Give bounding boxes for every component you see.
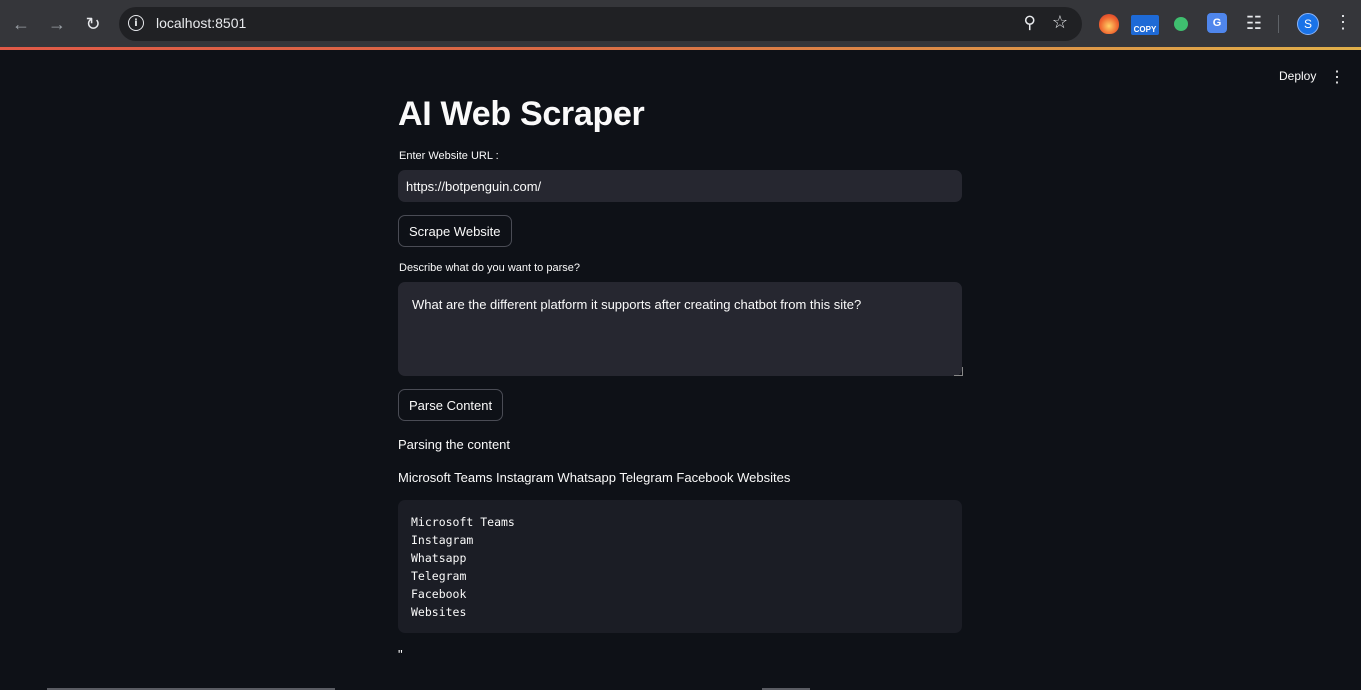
parse-content-button[interactable]: Parse Content xyxy=(398,389,504,421)
parse-description-textarea[interactable]: What are the different platform it suppo… xyxy=(398,282,962,376)
extensions-puzzle-icon[interactable]: ☷ xyxy=(1243,12,1265,34)
trailing-text: " xyxy=(398,647,403,662)
scrape-website-button[interactable]: Scrape Website xyxy=(398,215,512,247)
deploy-button[interactable]: Deploy xyxy=(1279,69,1316,83)
url-label: Enter Website URL : xyxy=(399,150,499,162)
site-info-icon[interactable]: i xyxy=(128,15,144,31)
fire-extension-icon[interactable] xyxy=(1099,14,1119,34)
green-extension-icon[interactable] xyxy=(1174,17,1188,31)
page-title: AI Web Scraper xyxy=(398,95,645,133)
code-line: Telegram xyxy=(411,569,467,583)
browser-toolbar: ← → ↻ i localhost:8501 ⚲ ☆ COPY G ☷ S ⋮ xyxy=(0,0,1361,48)
result-inline-text: Microsoft Teams Instagram Whatsapp Teleg… xyxy=(398,470,791,485)
zoom-icon[interactable]: ⚲ xyxy=(1024,13,1036,33)
code-line: Websites xyxy=(411,605,467,619)
profile-avatar[interactable]: S xyxy=(1297,13,1319,35)
app-menu-icon[interactable]: ⋮ xyxy=(1329,67,1345,87)
back-arrow-icon[interactable]: ← xyxy=(9,12,33,36)
forward-arrow-icon[interactable]: → xyxy=(45,12,69,36)
toolbar-divider xyxy=(1278,15,1279,33)
code-line: Whatsapp xyxy=(411,551,467,565)
code-line: Microsoft Teams xyxy=(411,515,515,529)
code-line: Facebook xyxy=(411,587,467,601)
url-input[interactable] xyxy=(398,170,962,202)
loading-bar xyxy=(0,47,1361,50)
reload-icon[interactable]: ↻ xyxy=(81,12,105,36)
code-line: Instagram xyxy=(411,533,474,547)
bookmark-star-icon[interactable]: ☆ xyxy=(1052,12,1068,33)
parse-label: Describe what do you want to parse? xyxy=(399,262,580,274)
browser-menu-icon[interactable]: ⋮ xyxy=(1334,12,1352,33)
status-text: Parsing the content xyxy=(398,437,511,452)
result-code-block: Microsoft Teams Instagram Whatsapp Teleg… xyxy=(398,500,962,633)
textarea-resize-handle[interactable] xyxy=(954,367,963,376)
address-bar[interactable]: i localhost:8501 ⚲ ☆ xyxy=(119,7,1082,41)
translate-extension-icon[interactable]: G xyxy=(1207,13,1227,33)
copy-extension-icon[interactable]: COPY xyxy=(1131,15,1159,35)
address-url[interactable]: localhost:8501 xyxy=(156,15,246,31)
